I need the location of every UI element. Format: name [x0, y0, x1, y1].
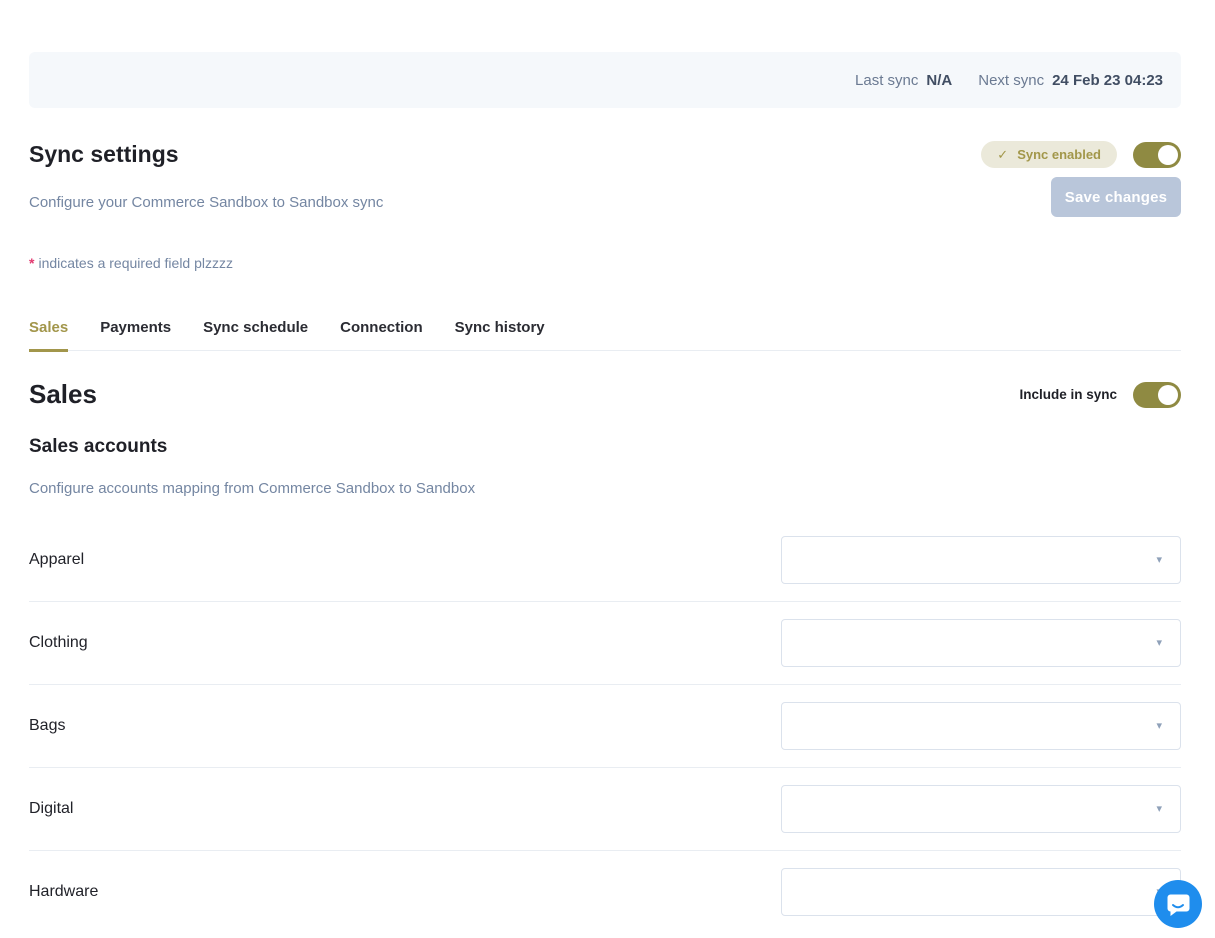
table-row: Hardware ▾ [29, 868, 1181, 916]
account-category-label: Digital [29, 800, 73, 818]
check-icon: ✓ [997, 147, 1008, 163]
sync-enabled-controls: ✓ Sync enabled [981, 141, 1181, 168]
sales-section-header: Sales Include in sync [29, 379, 1181, 410]
tab-sales[interactable]: Sales [29, 319, 68, 352]
next-sync-label: Next sync [978, 72, 1044, 89]
divider [29, 601, 1181, 602]
save-changes-button[interactable]: Save changes [1051, 177, 1181, 217]
chat-launcher-button[interactable] [1154, 880, 1202, 928]
sales-section-title: Sales [29, 379, 97, 410]
tab-connection[interactable]: Connection [340, 319, 423, 350]
table-row: Clothing ▾ [29, 619, 1181, 667]
tab-sync-history[interactable]: Sync history [455, 319, 545, 350]
account-select-digital[interactable]: ▾ [781, 785, 1181, 833]
divider [29, 767, 1181, 768]
sync-settings-page: Last sync N/A Next sync 24 Feb 23 04:23 … [29, 52, 1181, 916]
required-note-text: indicates a required field plzzzz [38, 255, 233, 271]
tab-sync-schedule[interactable]: Sync schedule [203, 319, 308, 350]
toggle-knob [1158, 145, 1178, 165]
account-select-bags[interactable]: ▾ [781, 702, 1181, 750]
divider [29, 850, 1181, 851]
sync-enabled-toggle[interactable] [1133, 142, 1181, 168]
sync-enabled-badge: ✓ Sync enabled [981, 141, 1117, 168]
chevron-down-icon: ▾ [1156, 721, 1162, 732]
toggle-knob [1158, 385, 1178, 405]
sync-enabled-badge-label: Sync enabled [1017, 147, 1101, 162]
sales-accounts-title: Sales accounts [29, 436, 1181, 458]
page-header-right: ✓ Sync enabled Save changes [981, 141, 1181, 217]
chat-bubble-icon [1165, 891, 1191, 917]
required-asterisk: * [29, 255, 34, 271]
sales-accounts-description: Configure accounts mapping from Commerce… [29, 480, 1181, 497]
page-header-left: Sync settings Configure your Commerce Sa… [29, 141, 383, 271]
page-title: Sync settings [29, 141, 383, 168]
last-sync-label: Last sync [855, 72, 918, 89]
table-row: Bags ▾ [29, 702, 1181, 750]
chevron-down-icon: ▾ [1156, 555, 1162, 566]
account-select-clothing[interactable]: ▾ [781, 619, 1181, 667]
next-sync-value: 24 Feb 23 04:23 [1052, 72, 1163, 89]
table-row: Digital ▾ [29, 785, 1181, 833]
account-select-hardware[interactable]: ▾ [781, 868, 1181, 916]
include-in-sync-label: Include in sync [1019, 387, 1117, 402]
sync-status-bar: Last sync N/A Next sync 24 Feb 23 04:23 [29, 52, 1181, 108]
account-category-label: Clothing [29, 634, 88, 652]
page-header: Sync settings Configure your Commerce Sa… [29, 141, 1181, 271]
account-category-label: Bags [29, 717, 65, 735]
required-field-note: *indicates a required field plzzzz [29, 255, 383, 271]
include-in-sync-toggle[interactable] [1133, 382, 1181, 408]
include-in-sync-controls: Include in sync [1019, 382, 1181, 408]
divider [29, 684, 1181, 685]
account-category-label: Apparel [29, 551, 84, 569]
tab-bar: Sales Payments Sync schedule Connection … [29, 319, 1181, 351]
page-subtitle: Configure your Commerce Sandbox to Sandb… [29, 194, 383, 211]
chevron-down-icon: ▾ [1156, 638, 1162, 649]
chevron-down-icon: ▾ [1156, 804, 1162, 815]
account-mapping-list: Apparel ▾ Clothing ▾ Bags ▾ Digital [29, 536, 1181, 916]
tab-payments[interactable]: Payments [100, 319, 171, 350]
last-sync-value: N/A [926, 72, 952, 89]
table-row: Apparel ▾ [29, 536, 1181, 584]
account-select-apparel[interactable]: ▾ [781, 536, 1181, 584]
